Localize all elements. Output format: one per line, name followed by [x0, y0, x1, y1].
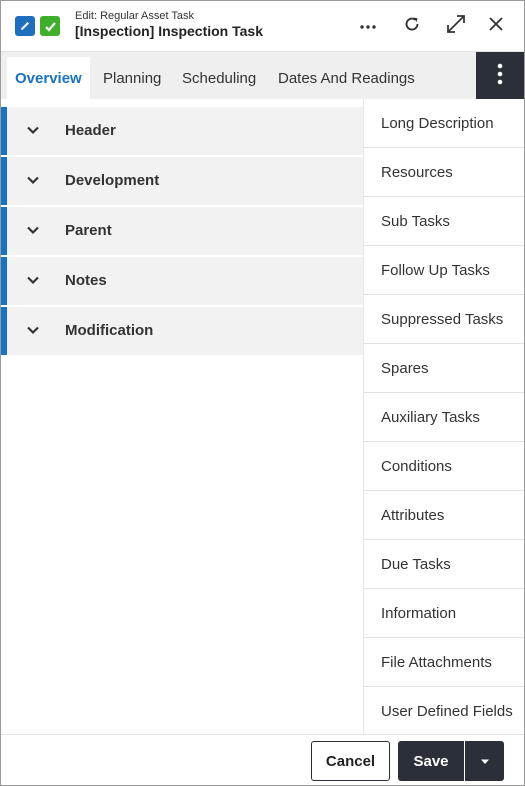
more-vertical-icon: [497, 63, 503, 90]
refresh-button[interactable]: [399, 13, 425, 39]
dialog-footer: Cancel Save: [1, 734, 524, 785]
check-icon: [40, 16, 60, 36]
dialog-title: [Inspection] Inspection Task: [75, 23, 263, 39]
title-bar: Edit: Regular Asset Task [Inspection] In…: [1, 1, 524, 51]
tab-scheduling[interactable]: Scheduling: [182, 57, 256, 100]
side-menu-due-tasks[interactable]: Due Tasks: [364, 540, 524, 589]
close-icon: [488, 16, 504, 37]
section-list: Header Development Parent Notes Modifica…: [1, 107, 363, 357]
side-menu-auxiliary-tasks[interactable]: Auxiliary Tasks: [364, 393, 524, 442]
section-label: Development: [65, 172, 160, 189]
tab-planning[interactable]: Planning: [103, 57, 161, 100]
more-horizontal-icon: [360, 17, 376, 35]
side-menu-user-defined-fields[interactable]: User Defined Fields: [364, 687, 524, 736]
side-menu-follow-up-tasks[interactable]: Follow Up Tasks: [364, 246, 524, 295]
chevron-down-icon: [25, 272, 41, 288]
chevron-down-icon: [25, 222, 41, 238]
expand-icon: [445, 13, 467, 40]
chevron-down-icon: [25, 172, 41, 188]
tab-overview[interactable]: Overview: [7, 57, 90, 100]
chevron-down-icon: [25, 122, 41, 138]
cancel-button[interactable]: Cancel: [311, 741, 390, 781]
section-notes[interactable]: Notes: [1, 257, 363, 305]
close-button[interactable]: [483, 13, 509, 39]
save-button[interactable]: Save: [398, 741, 464, 781]
side-menu: Long Description Resources Sub Tasks Fol…: [363, 99, 524, 734]
refresh-icon: [403, 15, 421, 38]
side-menu-spares[interactable]: Spares: [364, 344, 524, 393]
dialog-window: Edit: Regular Asset Task [Inspection] In…: [0, 0, 525, 786]
side-menu-information[interactable]: Information: [364, 589, 524, 638]
save-options-dropdown-button[interactable]: [465, 741, 504, 781]
section-header[interactable]: Header: [1, 107, 363, 155]
more-options-button[interactable]: [355, 13, 381, 39]
section-label: Header: [65, 122, 116, 139]
side-menu-attributes[interactable]: Attributes: [364, 491, 524, 540]
chevron-down-icon: [25, 322, 41, 338]
section-development[interactable]: Development: [1, 157, 363, 205]
tab-bar: Overview Planning Scheduling Dates And R…: [1, 51, 524, 100]
caret-down-icon: [480, 752, 490, 770]
expand-button[interactable]: [443, 13, 469, 39]
section-label: Modification: [65, 322, 154, 339]
section-parent[interactable]: Parent: [1, 207, 363, 255]
side-menu-conditions[interactable]: Conditions: [364, 442, 524, 491]
side-menu-suppressed-tasks[interactable]: Suppressed Tasks: [364, 295, 524, 344]
side-menu-sub-tasks[interactable]: Sub Tasks: [364, 197, 524, 246]
pencil-icon: [15, 16, 35, 36]
section-label: Parent: [65, 222, 112, 239]
section-modification[interactable]: Modification: [1, 307, 363, 355]
side-menu-resources[interactable]: Resources: [364, 148, 524, 197]
tab-overflow-menu-button[interactable]: [476, 52, 524, 100]
side-menu-long-description[interactable]: Long Description: [364, 99, 524, 148]
side-menu-file-attachments[interactable]: File Attachments: [364, 638, 524, 687]
tab-dates-and-readings[interactable]: Dates And Readings: [278, 57, 415, 100]
section-label: Notes: [65, 272, 107, 289]
dialog-subtitle: Edit: Regular Asset Task: [75, 10, 195, 22]
